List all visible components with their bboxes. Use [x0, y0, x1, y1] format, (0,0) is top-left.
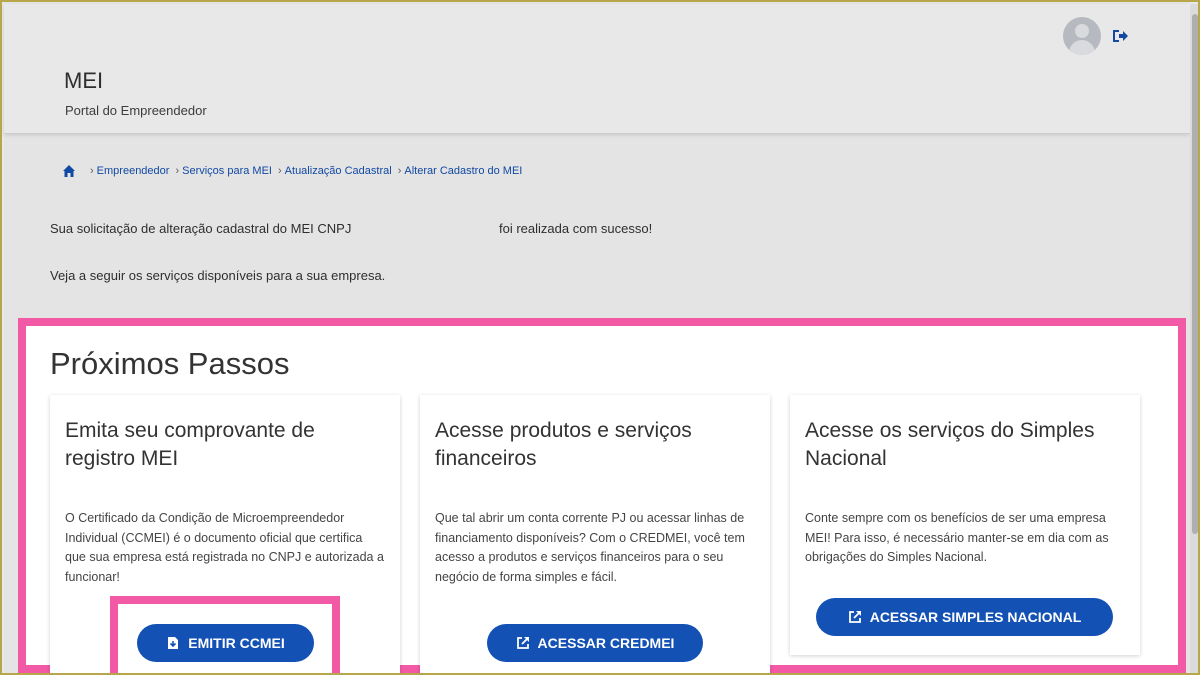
- acessar-credmei-button[interactable]: ACESSAR CREDMEI: [487, 624, 703, 662]
- external-link-icon: [848, 611, 861, 623]
- acessar-simples-nacional-button[interactable]: ACESSAR SIMPLES NACIONAL: [816, 598, 1113, 636]
- card-text: Que tal abrir um conta corrente PJ ou ac…: [435, 511, 745, 584]
- card-credmei: Acesse produtos e serviços financeiros Q…: [420, 395, 770, 673]
- button-label: ACESSAR CREDMEI: [537, 635, 675, 651]
- card-text: O Certificado da Condição de Microempree…: [65, 511, 384, 584]
- card-title: Acesse produtos e serviços financeiros: [435, 419, 692, 470]
- external-link-icon: [516, 637, 529, 649]
- highlight-box: [110, 596, 340, 673]
- card-simples-nacional: Acesse os serviços do Simples Nacional C…: [790, 395, 1140, 655]
- card-title: Emita seu comprovante de registro MEI: [65, 419, 315, 470]
- panel-title: Próximos Passos: [50, 346, 290, 381]
- card-title: Acesse os serviços do Simples Nacional: [805, 419, 1095, 470]
- button-label: ACESSAR SIMPLES NACIONAL: [869, 609, 1082, 625]
- card-text: Conte sempre com os benefícios de ser um…: [805, 511, 1109, 564]
- browser-frame: MEI Portal do Empreendedor › Empreendedo…: [0, 0, 1200, 675]
